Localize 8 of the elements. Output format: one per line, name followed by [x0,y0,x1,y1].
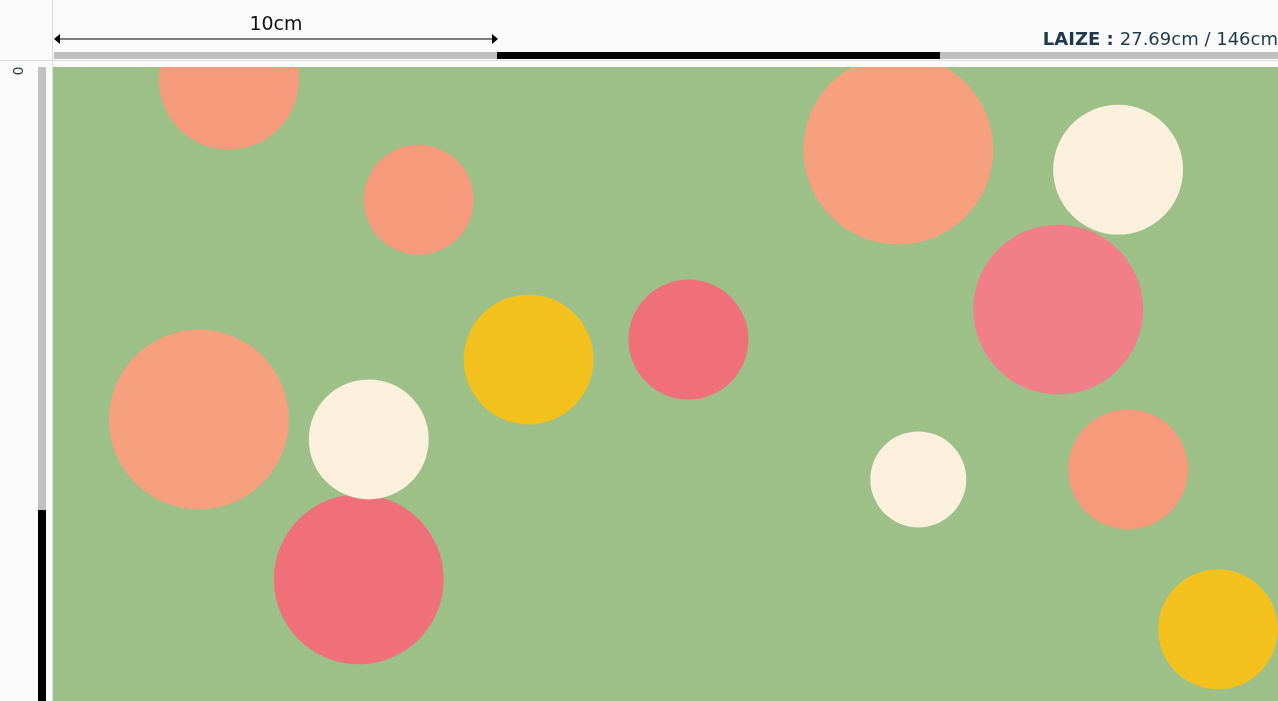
vertical-scrollbar[interactable] [38,67,46,701]
ruler-origin: 0 [10,66,27,76]
scroll-thumb[interactable] [38,510,46,701]
horizontal-scrollbar[interactable] [54,52,1278,59]
measure-label: 10cm [249,12,303,34]
width-value: 27.69cm / 146cm [1119,28,1278,49]
scroll-thumb[interactable] [497,52,940,59]
width-label: LAIZE : [1042,28,1114,49]
